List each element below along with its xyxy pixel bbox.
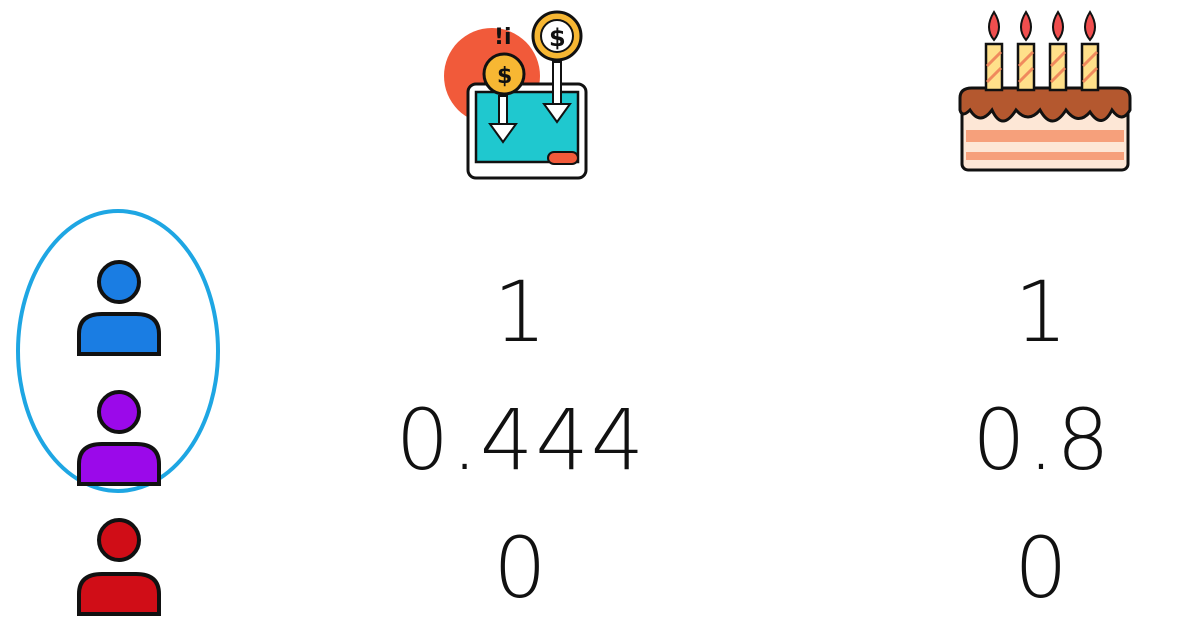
value-cell: 1 [1014,263,1070,361]
value-cell: 0.8 [972,391,1112,489]
birthday-cake-icon [952,6,1136,180]
svg-text:$: $ [549,24,566,52]
user-icon-blue [74,258,164,358]
value-cell: 0 [1014,519,1070,617]
svg-text:!i: !i [494,25,512,50]
value-cell: 0.444 [395,391,647,489]
user-icon-red [74,516,164,618]
payment-card-icon: !i $ $ [440,4,600,184]
svg-text:$: $ [497,64,512,89]
value-cell: 1 [493,263,549,361]
user-icon-purple [74,388,164,488]
value-cell: 0 [493,519,549,617]
